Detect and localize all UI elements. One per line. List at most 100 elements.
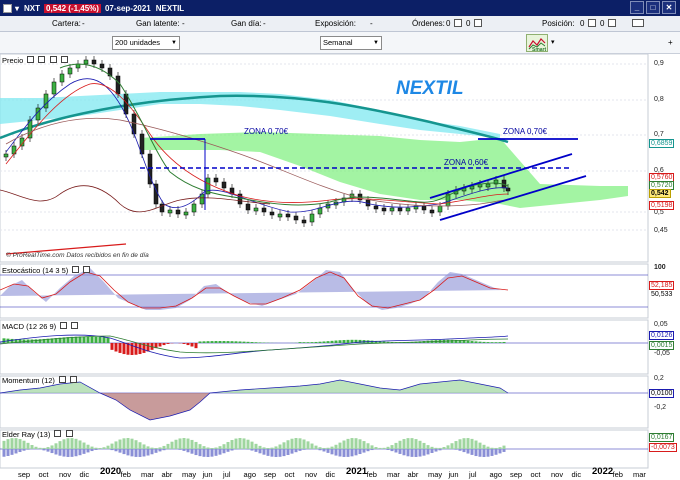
wrench-icon[interactable] [54, 430, 62, 437]
close-icon[interactable] [71, 322, 79, 329]
wrench-icon[interactable] [59, 376, 67, 383]
posicion-toggle[interactable] [588, 19, 596, 27]
elder-bull-bar [290, 438, 294, 449]
elder-bull-bar [102, 447, 106, 449]
elder-bull-bar [342, 440, 346, 449]
add-icon[interactable]: + [668, 38, 673, 47]
macd-histogram-bar [82, 336, 86, 343]
macd-histogram-bar [162, 343, 166, 346]
elder-bull-bar [458, 439, 462, 449]
elder-bull-bar [366, 443, 370, 449]
wrench-icon[interactable] [27, 56, 35, 63]
x-tick-label: nov [59, 470, 72, 479]
elder-bull-bar [66, 438, 70, 449]
momentum-tag: 0,0100 [649, 389, 675, 398]
candle [83, 59, 89, 65]
close-icon[interactable] [83, 266, 91, 273]
elder-bull-bar [322, 447, 326, 449]
elder-bull-bar [46, 447, 50, 449]
candle [301, 219, 307, 224]
elder-bear-bar [158, 449, 162, 452]
x-tick-label: nov [551, 470, 564, 479]
calendar-icon[interactable] [632, 19, 644, 27]
settings-icon[interactable] [60, 56, 68, 63]
x-tick-label: jun [202, 470, 213, 479]
elder-bear-bar [298, 449, 302, 451]
elder-bull-bar [74, 438, 78, 449]
zona-label-3: ZONA 0,60€ [444, 158, 489, 167]
chart-icon[interactable] [49, 56, 57, 63]
macd-histogram-bar [218, 341, 222, 343]
elder-bull-bar [346, 438, 350, 449]
close-icon[interactable] [65, 430, 73, 437]
wrench-icon[interactable] [60, 322, 68, 329]
zona-label-2: ZONA 0,70€ [503, 127, 548, 136]
elder-bull-bar [358, 439, 362, 449]
elder-bear-bar [162, 449, 166, 451]
elder-bear-bar [282, 449, 286, 457]
elder-bull-bar [182, 438, 186, 449]
candle [389, 207, 395, 212]
elder-bear-bar [486, 449, 490, 457]
elder-bull-bar [314, 445, 318, 449]
candle [253, 207, 259, 212]
elder-bear-bar [434, 449, 438, 452]
y-tick-label: 0,7 [654, 131, 664, 138]
elder-bear-bar [150, 449, 154, 455]
macd-histogram-bar [110, 343, 114, 350]
elder-bull-bar [30, 445, 34, 449]
close-icon[interactable] [38, 56, 46, 63]
stochastic-tag-2: 50,533 [649, 290, 675, 299]
elder-bull-bar [62, 439, 66, 449]
chevron-down-icon[interactable]: ▾ [551, 38, 555, 46]
elder-bull-bar [326, 447, 330, 449]
elder-bear-bar [14, 449, 18, 454]
ordenes-toggle[interactable] [454, 19, 462, 27]
wrench-icon[interactable] [72, 266, 80, 273]
instrument-name: NEXTIL [155, 3, 185, 13]
elder-bear-bar [322, 449, 326, 452]
period-select[interactable]: Semanal ▼ [320, 36, 382, 50]
elder-bear-bar [82, 449, 86, 454]
elder-bear-bar [62, 449, 66, 457]
elder-bull-bar [410, 438, 414, 449]
candle [285, 213, 291, 218]
candle [309, 213, 315, 223]
stochastic-title: Estocástico (14 3 5) [2, 266, 69, 275]
candle [277, 213, 283, 218]
exposicion-label: Exposición: [315, 19, 356, 28]
candle [67, 67, 73, 75]
macd-histogram-bar [102, 337, 106, 343]
candle [469, 185, 475, 190]
stochastic-y-top: 100 [654, 264, 666, 271]
units-select[interactable]: 200 unidades ▼ [112, 36, 180, 50]
elder-bull-bar [350, 438, 354, 449]
elder-bear-bar [2, 449, 6, 457]
macd-tag-2: 0,0015 [649, 341, 675, 350]
macd-histogram-bar [98, 337, 102, 343]
chart-canvas[interactable] [0, 54, 680, 480]
elder-bull-bar [470, 438, 474, 449]
ordenes-toggle-2[interactable] [474, 19, 482, 27]
momentum-title: Momentum (12) [2, 376, 55, 385]
elder-bull-bar [434, 447, 438, 449]
close-icon[interactable] [70, 376, 78, 383]
elder-bull-bar [186, 438, 190, 449]
candle [245, 203, 251, 211]
elder-bear-bar [270, 449, 274, 457]
macd-histogram-bar [222, 341, 226, 343]
macd-histogram-bar [194, 343, 198, 349]
elder-bear-bar [410, 449, 414, 457]
price-tag-low: 0,5198 [649, 201, 675, 210]
macd-histogram-bar [114, 343, 118, 352]
elder-bear-bar [110, 449, 114, 451]
maximize-button[interactable]: □ [646, 1, 660, 14]
chikou-span [0, 185, 271, 213]
minimize-button[interactable]: _ [630, 1, 644, 14]
close-button[interactable]: ✕ [662, 1, 676, 14]
posicion-toggle-2[interactable] [608, 19, 616, 27]
elder-bull-bar [198, 444, 202, 449]
macd-histogram-bar [34, 339, 38, 343]
candle [373, 205, 379, 210]
chevron-down-icon[interactable]: ▾ [15, 4, 19, 13]
